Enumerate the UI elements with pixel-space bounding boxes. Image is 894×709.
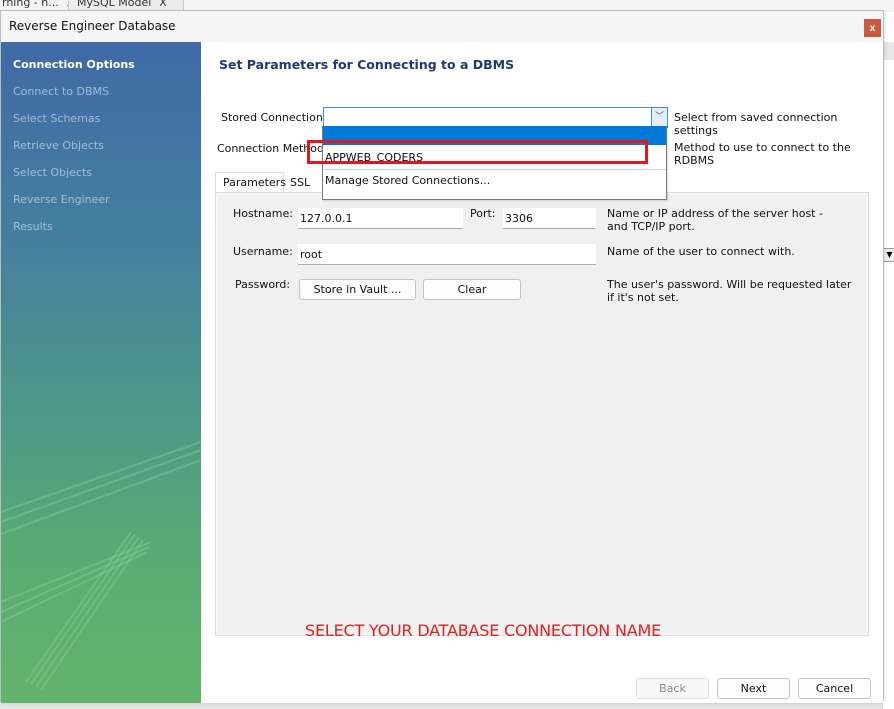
sidebar-item-connect-to-dbms: Connect to DBMS [13, 85, 110, 98]
username-help: Name of the user to connect with. [607, 245, 795, 258]
dropdown-arrow-icon[interactable]: ▼ [884, 248, 894, 262]
password-help: The user's password. Will be requested l… [607, 278, 852, 304]
dialog-title: Reverse Engineer Database [9, 19, 176, 33]
stored-connection-dropdown-list: APPWEB_CODERS Manage Stored Connections.… [322, 126, 667, 200]
sidebar-item-results: Results [13, 220, 53, 233]
connection-method-label: Connection Method: [217, 142, 328, 155]
store-in-vault-button[interactable]: Store in Vault ... [299, 279, 416, 300]
connection-method-help: Method to use to connect to the RDBMS [674, 141, 851, 167]
next-button[interactable]: Next [717, 678, 790, 699]
dropdown-separator [323, 169, 666, 170]
port-label: Port: [470, 207, 496, 220]
username-label: Username: [233, 245, 293, 258]
background-tab-label: MySQL Model [77, 0, 152, 9]
instruction-annotation: SELECT YOUR DATABASE CONNECTION NAME [305, 621, 661, 640]
dropdown-option-manage-connections[interactable]: Manage Stored Connections... [323, 171, 666, 191]
username-input[interactable] [298, 244, 596, 265]
background-tab-mysql-model[interactable]: MySQL Model X [68, 0, 184, 10]
stored-connection-label: Stored Connection: [221, 111, 327, 124]
dropdown-option-empty[interactable] [323, 126, 666, 145]
cancel-button[interactable]: Cancel [798, 678, 871, 699]
hostname-label: Hostname: [233, 207, 293, 220]
background-toolbar-strip [883, 42, 894, 60]
stored-connection-select[interactable]: ﹀ [323, 107, 668, 128]
title-bar: Reverse Engineer Database x [1, 11, 883, 42]
page-title: Set Parameters for Connecting to a DBMS [219, 57, 515, 72]
sidebar-item-retrieve-objects: Retrieve Objects [13, 139, 104, 152]
sidebar-item-reverse-engineer: Reverse Engineer [13, 193, 110, 206]
wizard-steps-sidebar: Connection Options Connect to DBMS Selec… [1, 42, 201, 703]
tab-ssl[interactable]: SSL [284, 172, 312, 192]
sidebar-item-connection-options: Connection Options [13, 58, 135, 71]
dropdown-option-appweb-coders[interactable]: APPWEB_CODERS [323, 148, 666, 168]
reverse-engineer-dialog: Reverse Engineer Database x Connection O… [0, 10, 884, 703]
host-help: Name or IP address of the server host - … [607, 207, 823, 233]
close-button[interactable]: x [864, 19, 881, 37]
back-button[interactable]: Back [636, 678, 709, 699]
close-icon[interactable]: X [159, 0, 167, 9]
port-input[interactable] [503, 208, 596, 229]
parameters-panel: Hostname: Port: Name or IP address of th… [215, 192, 869, 640]
sidebar-item-select-objects: Select Objects [13, 166, 92, 179]
sidebar-item-select-schemas: Select Schemas [13, 112, 101, 125]
background-tab-label: rning - n... [2, 0, 59, 9]
chevron-down-icon[interactable]: ﹀ [651, 108, 667, 127]
clear-password-button[interactable]: Clear [423, 279, 521, 300]
stored-connection-help: Select from saved connection settings [674, 111, 838, 137]
tab-parameters[interactable]: Parameters [215, 172, 286, 192]
password-label: Password: [235, 278, 291, 291]
hostname-input[interactable] [298, 208, 463, 229]
